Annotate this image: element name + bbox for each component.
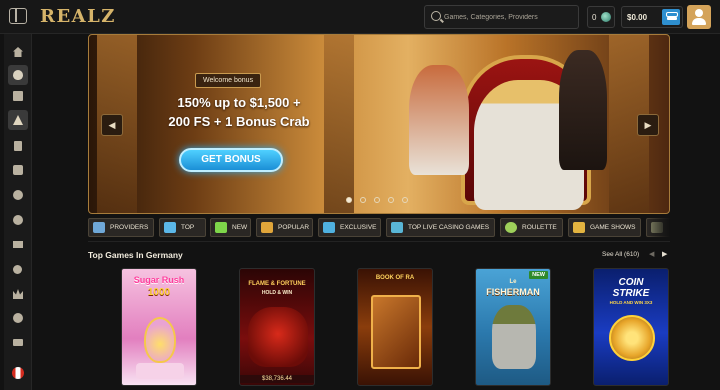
tab-roulette[interactable]: ROULETTE	[500, 218, 563, 237]
search-box[interactable]	[424, 5, 579, 29]
sidebar-item-gift[interactable]	[8, 86, 28, 106]
queen-art	[409, 65, 469, 175]
tab-top[interactable]: TOP	[159, 218, 206, 237]
section-title: Top Games In Germany	[88, 250, 183, 260]
popular-icon	[261, 222, 273, 233]
top-bar: REALZ 0 $0.00	[0, 0, 720, 34]
gift-icon	[13, 91, 23, 101]
carousel-prev-button[interactable]: ◀	[649, 250, 654, 258]
sidebar-item-coin[interactable]	[8, 308, 28, 328]
slide-dot[interactable]	[360, 197, 366, 203]
hero-banner[interactable]: Welcome bonus 150% up to $1,500 + 200 FS…	[88, 34, 670, 214]
hero-headline-1: 150% up to $1,500 +	[177, 95, 301, 110]
sidebar-item-medal[interactable]	[8, 260, 28, 280]
sidebar-item-slot[interactable]	[8, 160, 28, 180]
game-card-coin-strike[interactable]: COIN STRIKE HOLD AND WIN 3X3	[593, 268, 669, 386]
hero-prev-button[interactable]: ◀	[101, 114, 123, 136]
balance-box[interactable]: $0.00	[621, 6, 683, 28]
ticket-icon	[13, 241, 23, 248]
slot-icon	[13, 165, 23, 175]
slide-dot[interactable]	[402, 197, 408, 203]
coin-stack-icon	[13, 313, 23, 323]
slide-dots	[346, 197, 416, 205]
sidebar-item-ticket[interactable]	[8, 234, 28, 254]
game-shows-icon	[573, 222, 585, 233]
live-casino-icon	[391, 222, 403, 233]
jackpot-amount: $38,736.44	[240, 375, 314, 383]
slide-dot[interactable]	[388, 197, 394, 203]
new-badge: NEW	[529, 271, 548, 279]
home-icon	[13, 47, 23, 57]
sidebar-item-home[interactable]	[8, 42, 28, 62]
balance-value: $0.00	[627, 13, 648, 22]
search-icon	[431, 11, 441, 21]
sidebar-item-clover[interactable]	[8, 185, 28, 205]
game-card-sugar-rush[interactable]: Sugar Rush 1000	[121, 268, 197, 386]
slide-dot[interactable]	[374, 197, 380, 203]
logo[interactable]: REALZ	[40, 6, 116, 27]
new-icon	[215, 222, 227, 233]
roulette-icon	[505, 222, 517, 233]
carousel-next-button[interactable]: ▶	[662, 250, 667, 258]
canada-flag-icon[interactable]	[12, 367, 24, 379]
sidebar-item-pyramid[interactable]	[8, 110, 28, 130]
bonus-balance-value: 0	[592, 13, 597, 22]
medal-icon	[13, 265, 22, 274]
search-input[interactable]	[444, 9, 574, 25]
casino-icon	[13, 339, 23, 346]
ball-icon	[13, 215, 23, 225]
menu-toggle-icon[interactable]	[9, 8, 27, 24]
dragon-art	[248, 307, 308, 367]
pyramid-icon	[13, 115, 23, 125]
sidebar-item-ball[interactable]	[8, 210, 28, 230]
crown-icon	[13, 289, 23, 299]
category-tabs: PROVIDERS TOP NEW POPULAR EXCLUSIVE TOP …	[88, 218, 670, 238]
wallet-icon[interactable]	[662, 9, 680, 25]
tab-popular[interactable]: POPULAR	[256, 218, 313, 237]
egg-icon	[13, 70, 23, 80]
clover-icon	[13, 190, 23, 200]
top-icon	[164, 222, 176, 233]
sidebar-item-crown[interactable]	[8, 284, 28, 304]
sidebar	[4, 34, 32, 390]
candy-egg-art	[144, 317, 176, 363]
tab-game-shows[interactable]: GAME SHOWS	[568, 218, 641, 237]
exclusive-icon	[323, 222, 335, 233]
man-art	[559, 50, 607, 170]
slide-dot[interactable]	[346, 197, 352, 203]
see-all-link[interactable]: See All (610)	[602, 251, 639, 258]
sidebar-item-egg[interactable]	[8, 65, 28, 85]
get-bonus-button[interactable]: GET BONUS	[179, 148, 283, 172]
bonus-balance[interactable]: 0	[587, 6, 615, 28]
welcome-bonus-badge: Welcome bonus	[195, 73, 262, 88]
tab-new[interactable]: NEW	[210, 218, 251, 237]
fuel-icon	[14, 141, 22, 151]
game-card-le-fisherman[interactable]: NEW Le FISHERMAN	[475, 268, 551, 386]
sidebar-item-fuel[interactable]	[8, 136, 28, 156]
raccoon-art	[492, 305, 536, 369]
tab-providers[interactable]: PROVIDERS	[88, 218, 154, 237]
tab-top-live-casino-games[interactable]: TOP LIVE CASINO GAMES	[386, 218, 495, 237]
hero-headline-2: 200 FS + 1 Bonus Crab	[168, 114, 310, 129]
providers-icon	[93, 222, 105, 233]
tab-exclusive[interactable]: EXCLUSIVE	[318, 218, 381, 237]
game-card-flame-fortune[interactable]: FLAME & FORTUNE HOLD & WIN $38,736.44	[239, 268, 315, 386]
user-icon[interactable]	[687, 5, 711, 29]
coin-icon	[601, 12, 611, 22]
game-card-book-of-ra[interactable]: BOOK OF RA	[357, 268, 433, 386]
book-art	[371, 295, 421, 369]
sidebar-item-casino[interactable]	[8, 332, 28, 352]
hero-next-button[interactable]: ▶	[637, 114, 659, 136]
coin-art	[609, 315, 655, 361]
